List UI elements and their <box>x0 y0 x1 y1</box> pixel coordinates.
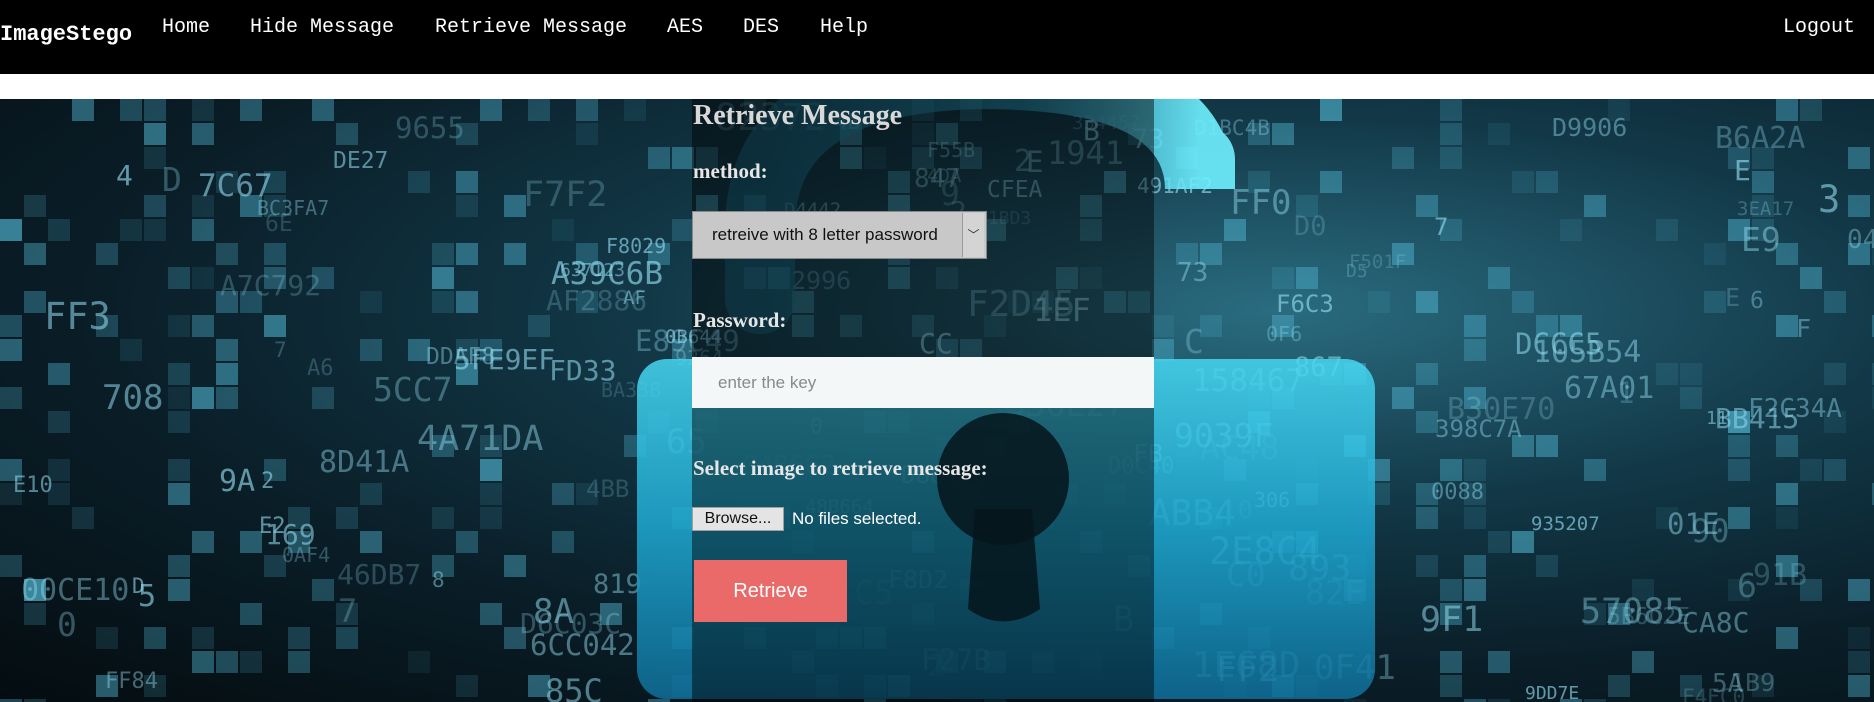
retrieve-button[interactable]: Retrieve <box>694 560 847 622</box>
file-status-text: No files selected. <box>792 509 922 528</box>
nav-home[interactable]: Home <box>162 16 210 39</box>
browse-button[interactable]: Browse... <box>692 507 784 531</box>
chevron-down-icon[interactable]: ﹀ <box>962 213 984 257</box>
nav-help[interactable]: Help <box>820 16 868 39</box>
nav-retrieve-message[interactable]: Retrieve Message <box>435 16 627 39</box>
top-navbar: ImageStego Home Hide Message Retrieve Me… <box>0 0 1874 74</box>
method-select-value[interactable]: retreive with 8 letter password <box>712 225 938 245</box>
nav-des[interactable]: DES <box>743 16 779 39</box>
image-select-label: Select image to retrieve message: <box>693 456 988 480</box>
password-input[interactable] <box>692 357 1154 408</box>
page-title: Retrieve Message <box>693 100 903 131</box>
method-label: method: <box>693 159 768 183</box>
header-divider <box>0 74 1874 99</box>
password-label: Password: <box>693 308 787 332</box>
brand-logo[interactable]: ImageStego <box>0 22 132 47</box>
nav-hide-message[interactable]: Hide Message <box>250 16 394 39</box>
nav-aes[interactable]: AES <box>667 16 703 39</box>
logout-link[interactable]: Logout <box>1783 16 1855 39</box>
